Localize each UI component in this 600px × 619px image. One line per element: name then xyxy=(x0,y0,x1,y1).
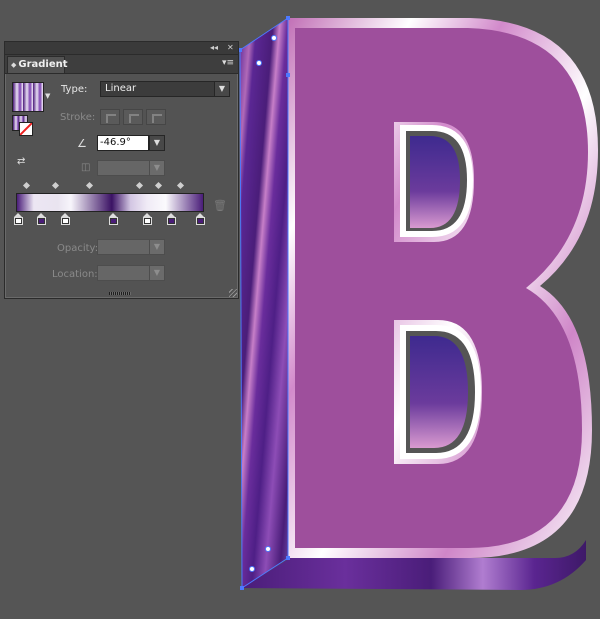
chevron-down-icon: ▼ xyxy=(149,266,164,280)
midpoint-diamond[interactable] xyxy=(22,181,31,190)
midpoint-diamond[interactable] xyxy=(85,181,94,190)
chevron-down-icon[interactable]: ▼ xyxy=(45,92,50,100)
midpoint-diamond[interactable] xyxy=(135,181,144,190)
letter-lower-hole xyxy=(410,336,468,448)
chevron-down-icon: ▼ xyxy=(149,136,164,150)
collapse-icon[interactable]: ◂◂ xyxy=(210,42,218,54)
type-dropdown[interactable]: Linear ▼ xyxy=(100,81,230,97)
panel-menu-icon[interactable]: ▾≡ xyxy=(222,58,234,68)
tab-gradient-label: Gradient xyxy=(18,59,68,70)
stop-color xyxy=(63,219,68,223)
stroke-along-button[interactable] xyxy=(123,109,143,125)
angle-dropdown[interactable]: ▼ xyxy=(149,135,165,151)
gradient-panel: ◂◂ ✕ ◆ Gradient ▾≡ ▼ ⇄ Type: Linear ▼ Str… xyxy=(4,41,239,299)
stroke-label: Stroke: xyxy=(60,112,96,123)
location-dropdown[interactable]: ▼ xyxy=(97,265,165,281)
anchor-point-bottom-right[interactable] xyxy=(286,556,290,560)
stroke-swatch-icon[interactable] xyxy=(19,122,33,136)
type-label: Type: xyxy=(61,84,88,95)
panel-tab-row: ◆ Gradient ▾≡ xyxy=(5,55,238,74)
chevron-down-icon: ▼ xyxy=(149,240,164,254)
anchor-point-top-right[interactable] xyxy=(286,16,290,20)
stop-color xyxy=(169,219,174,223)
location-label: Location: xyxy=(52,269,98,280)
opacity-label: Opacity: xyxy=(57,243,99,254)
midpoint-diamond[interactable] xyxy=(51,181,60,190)
close-icon[interactable]: ✕ xyxy=(227,42,234,54)
center-point[interactable] xyxy=(256,60,262,66)
gradient-stop[interactable] xyxy=(37,213,46,225)
reverse-gradient-icon[interactable]: ⇄ xyxy=(17,156,25,167)
gradient-stop[interactable] xyxy=(14,213,23,225)
panel-grip-handle[interactable] xyxy=(109,292,131,295)
aspect-ratio-icon: ◫ xyxy=(81,162,91,173)
anchor-point-mid[interactable] xyxy=(286,73,290,77)
stroke-across-button[interactable] xyxy=(146,109,166,125)
gradient-stop[interactable] xyxy=(61,213,70,225)
trash-icon[interactable]: 🗑 xyxy=(213,199,227,212)
center-point[interactable] xyxy=(265,546,271,552)
stop-color xyxy=(145,219,150,223)
stop-color xyxy=(16,219,21,223)
letter-side-extrusion xyxy=(240,18,288,588)
gradient-stop[interactable] xyxy=(196,213,205,225)
tab-gradient[interactable]: ◆ Gradient xyxy=(7,56,68,73)
tab-expand-icon[interactable]: ◆ xyxy=(11,61,16,69)
angle-input[interactable]: -46.9° xyxy=(97,135,149,151)
opacity-dropdown[interactable]: ▼ xyxy=(97,239,165,255)
chevron-down-icon: ▼ xyxy=(214,82,229,96)
center-point[interactable] xyxy=(249,566,255,572)
chevron-down-icon: ▼ xyxy=(149,161,164,175)
letter-b-face xyxy=(295,28,588,548)
gradient-stop[interactable] xyxy=(109,213,118,225)
stop-color xyxy=(39,219,44,223)
stop-color xyxy=(198,219,203,223)
angle-value: -46.9° xyxy=(100,137,131,148)
stroke-within-button[interactable] xyxy=(100,109,120,125)
midpoint-diamond[interactable] xyxy=(154,181,163,190)
type-dropdown-value: Linear xyxy=(105,83,137,94)
aspect-ratio-dropdown[interactable]: ▼ xyxy=(97,160,165,176)
panel-titlebar[interactable]: ◂◂ ✕ xyxy=(5,42,238,55)
stop-color xyxy=(111,219,116,223)
gradient-swatch-icon[interactable] xyxy=(12,82,44,112)
midpoint-diamond[interactable] xyxy=(176,181,185,190)
resize-handle-icon[interactable] xyxy=(229,289,237,297)
gradient-stop[interactable] xyxy=(167,213,176,225)
angle-icon: ∠ xyxy=(77,137,87,150)
gradient-slider[interactable] xyxy=(16,193,204,212)
letter-upper-hole xyxy=(410,136,460,228)
anchor-point-bottom-left[interactable] xyxy=(240,586,244,590)
gradient-stop[interactable] xyxy=(143,213,152,225)
center-point[interactable] xyxy=(271,35,277,41)
